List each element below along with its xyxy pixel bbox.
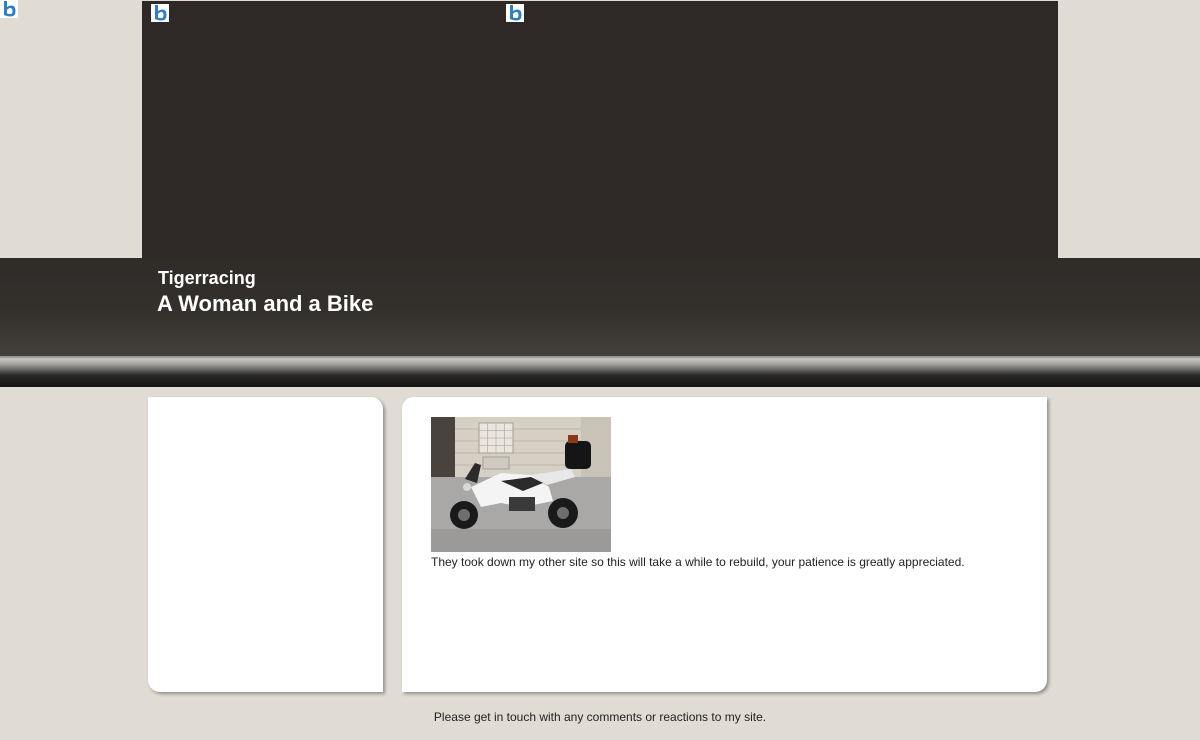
site-name[interactable]: Tigerracing bbox=[158, 268, 256, 289]
site-header: Tigerracing A Woman and a Bike bbox=[0, 258, 1200, 358]
header-banner bbox=[142, 1, 1058, 258]
b-logo-icon[interactable] bbox=[506, 4, 524, 22]
navigation-bar bbox=[0, 356, 1200, 387]
intro-text: They took down my other site so this wil… bbox=[431, 555, 965, 569]
b-logo-icon[interactable] bbox=[0, 0, 18, 18]
b-logo-icon[interactable] bbox=[151, 4, 169, 22]
main-content: They took down my other site so this wil… bbox=[402, 397, 1047, 692]
sidebar-panel bbox=[148, 397, 383, 692]
motorcycle-photo bbox=[431, 417, 611, 552]
footer-text: Please get in touch with any comments or… bbox=[433, 710, 767, 724]
site-tagline: A Woman and a Bike bbox=[157, 291, 374, 316]
